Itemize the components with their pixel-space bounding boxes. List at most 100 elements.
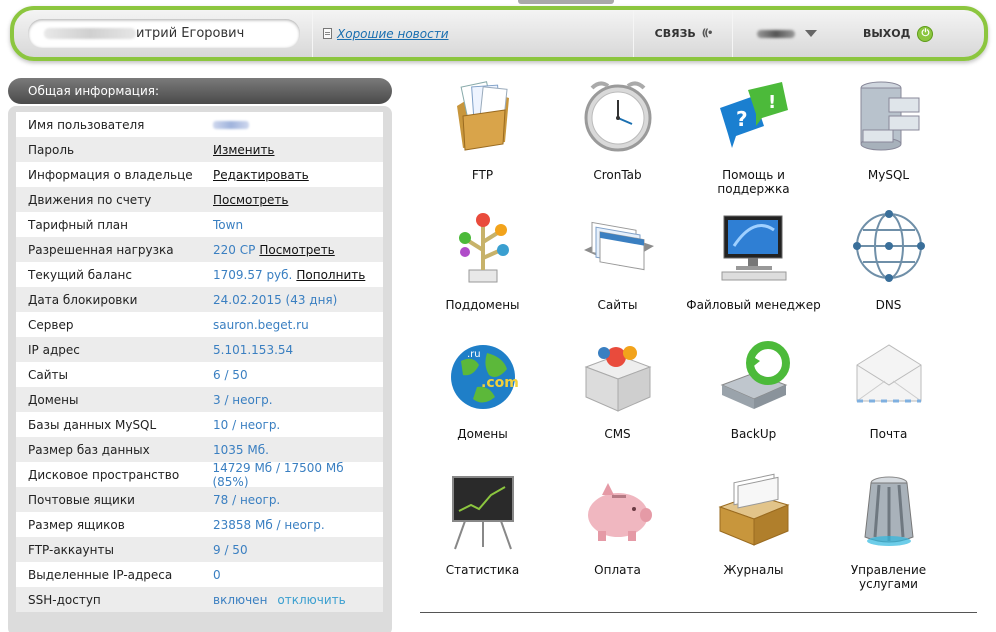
service-label: CronTab: [593, 168, 642, 182]
info-label: Движения по счету: [28, 192, 152, 207]
service-tile[interactable]: FTP: [415, 76, 550, 182]
bottom-divider: [420, 612, 977, 613]
tariff-link[interactable]: Town: [213, 218, 243, 232]
info-value: 23858 Мб / неогр.: [213, 517, 325, 532]
service-label: BackUp: [730, 427, 777, 441]
service-tile[interactable]: CronTab: [550, 76, 685, 182]
top-tab-stub: [518, 0, 614, 4]
news-link[interactable]: Хорошие новости: [337, 27, 449, 41]
info-label: Размер баз данных: [28, 442, 150, 457]
service-tile[interactable]: Оплата: [550, 471, 685, 577]
info-row: Сервер sauron.beget.ru: [16, 312, 383, 337]
service-tile[interactable]: Почта: [821, 335, 956, 441]
panel-title: Общая информация:: [8, 78, 392, 104]
info-value: включен: [213, 592, 268, 607]
top-header: итрий Егорович Хорошие новости СВЯЗЬ ((•…: [10, 6, 988, 61]
backup-disk-icon: [714, 335, 794, 415]
info-row: Разрешенная нагрузка 220 CP Посмотреть: [16, 237, 383, 262]
info-label: Дата блокировки: [28, 292, 138, 307]
account-dropdown[interactable]: [733, 29, 841, 38]
info-label: Пароль: [28, 142, 75, 157]
info-value: 14729 Мб / 17500 Мб (85%): [212, 460, 344, 489]
info-row: Сайты 6 / 50: [16, 362, 383, 387]
info-row: Почтовые ящики 78 / неогр.: [16, 487, 383, 512]
service-tile[interactable]: CMS: [550, 335, 685, 441]
info-action-link[interactable]: Изменить: [213, 143, 275, 157]
contact-label: СВЯЗЬ: [654, 27, 696, 40]
info-label: Размер ящиков: [28, 517, 125, 532]
info-value: 24.02.2015 (43 дня): [213, 292, 338, 307]
info-label: Сервер: [28, 317, 74, 332]
service-label: FTP: [471, 168, 494, 182]
logout-button[interactable]: ВЫХОД ⏻: [863, 25, 934, 42]
info-label: Текущий баланс: [28, 267, 132, 282]
info-label: Почтовые ящики: [28, 492, 135, 507]
service-tile[interactable]: Журналы: [686, 471, 821, 577]
service-label: Сайты: [597, 298, 638, 312]
redacted-username: [213, 120, 249, 129]
info-label: FTP-аккаунты: [28, 542, 114, 557]
computer-icon: [714, 206, 794, 286]
info-row: Размер баз данных 1035 Мб.: [16, 437, 383, 462]
contact-button[interactable]: СВЯЗЬ ((•: [634, 27, 732, 40]
info-label: Тарифный план: [28, 217, 129, 232]
service-label: Помощь и поддержка: [717, 168, 790, 196]
service-label: Управление услугами: [850, 563, 927, 591]
service-label: CMS: [604, 427, 631, 441]
info-row: Имя пользователя: [16, 112, 383, 137]
info-label: Домены: [28, 392, 79, 407]
service-tile[interactable]: BackUp: [686, 335, 821, 441]
service-label: Статистика: [445, 563, 520, 577]
news-doc-icon: [323, 28, 332, 39]
info-value: 6 / 50: [213, 367, 248, 382]
svg-text:!: !: [768, 92, 776, 113]
redacted-account: [757, 29, 795, 38]
database-icon: [849, 76, 929, 156]
service-tile[interactable]: DNS: [821, 206, 956, 312]
info-label: Выделенные IP-адреса: [28, 567, 173, 582]
service-tile[interactable]: Файловый менеджер: [686, 206, 821, 312]
service-label: Журналы: [723, 563, 784, 577]
envelope-icon: [849, 335, 929, 415]
service-tile[interactable]: Поддомены: [415, 206, 550, 312]
info-label: Сайты: [28, 367, 68, 382]
svg-text:?: ?: [736, 107, 748, 131]
info-row: Информация о владельце Редактировать: [16, 162, 383, 187]
info-action-link[interactable]: Посмотреть: [259, 243, 334, 257]
info-row: Тарифный план Town: [16, 212, 383, 237]
service-tile[interactable]: MySQL: [821, 76, 956, 182]
signal-icon: ((•: [701, 28, 713, 39]
ftp-folder-icon: [443, 76, 523, 156]
ssh-disable-link[interactable]: отключить: [277, 593, 345, 607]
info-label: Имя пользователя: [28, 117, 145, 132]
user-name-field: итрий Егорович: [28, 19, 300, 48]
info-value: sauron.beget.ru: [213, 317, 309, 332]
info-value: 1709.57 руб.: [213, 267, 293, 282]
chevron-down-icon: [805, 30, 817, 37]
info-action-link[interactable]: Пополнить: [296, 268, 365, 282]
info-action-link[interactable]: Посмотреть: [213, 193, 288, 207]
clock-icon: [578, 76, 658, 156]
service-tile[interactable]: Управление услугами: [821, 471, 956, 591]
info-value: 1035 Мб.: [213, 442, 269, 457]
info-value: 5.101.153.54: [213, 342, 294, 357]
info-label: Дисковое пространство: [28, 467, 180, 482]
info-value: 10 / неогр.: [213, 417, 281, 432]
service-tile[interactable]: Статистика: [415, 471, 550, 577]
subdomain-tree-icon: [443, 206, 523, 286]
service-label: Файловый менеджер: [686, 298, 821, 312]
info-row: Размер ящиков 23858 Мб / неогр.: [16, 512, 383, 537]
server-cylinder-icon: [849, 471, 929, 551]
info-row: Выделенные IP-адреса 0: [16, 562, 383, 587]
service-tile[interactable]: Сайты: [550, 206, 685, 312]
service-tile[interactable]: .com .ru Домены: [415, 335, 550, 441]
service-label: DNS: [875, 298, 902, 312]
service-label: MySQL: [867, 168, 910, 182]
piggy-bank-icon: [578, 471, 658, 551]
globe-icon: .com .ru: [443, 335, 523, 415]
service-tile[interactable]: ?! Помощь и поддержка: [686, 76, 821, 196]
svg-text:.com: .com: [481, 375, 519, 391]
info-action-link[interactable]: Редактировать: [213, 168, 309, 182]
help-bubbles-icon: ?!: [714, 76, 794, 156]
info-value: 0: [213, 567, 221, 582]
